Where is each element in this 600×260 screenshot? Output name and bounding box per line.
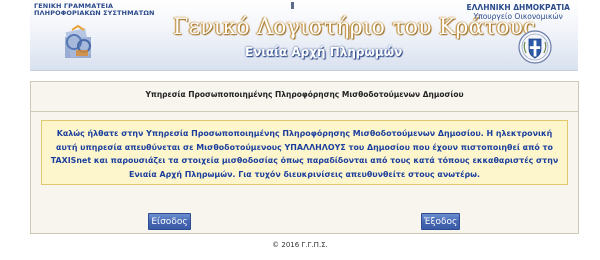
page-subtitle: Ενιαία Αρχή Πληρωμών bbox=[245, 45, 403, 59]
gsis-agency-name: ΓΕΝΙΚΗ ΓΡΑΜΜΑΤΕΙΑ ΠΛΗΡΟΦΟΡΙΑΚΩΝ ΣΥΣΤΗΜΑΤ… bbox=[34, 3, 155, 17]
login-button[interactable]: Είσοδος bbox=[148, 213, 191, 230]
gov-line-1: ΕΛΛΗΝΙΚΗ ΔΗΜΟΚΡΑΤΙΑ bbox=[466, 3, 570, 12]
panel-divider bbox=[31, 111, 578, 112]
logout-button[interactable]: Έξοδος bbox=[421, 213, 460, 230]
gsis-logo-icon bbox=[65, 24, 91, 58]
header-banner: ΓΕΝΙΚΗ ΓΡΑΜΜΑΤΕΙΑ ΠΛΗΡΟΦΟΡΙΑΚΩΝ ΣΥΣΤΗΜΑΤ… bbox=[30, 0, 578, 71]
service-panel: Υπηρεσία Προσωποποιημένης Πληροφόρησης Μ… bbox=[30, 81, 579, 234]
gov-line-2: Υπουργείο Οικονομικών bbox=[473, 12, 563, 21]
hellenic-republic-emblem-icon bbox=[518, 30, 552, 64]
agency-line-2: ΠΛΗΡΟΦΟΡΙΑΚΩΝ ΣΥΣΤΗΜΑΤΩΝ bbox=[34, 9, 155, 17]
welcome-notice: Καλώς ήλθατε στην Υπηρεσία Προσωποποιημέ… bbox=[41, 120, 568, 185]
government-name: ΕΛΛΗΝΙΚΗ ΔΗΜΟΚΡΑΤΙΑ Υπουργείο Οικονομικώ… bbox=[466, 3, 570, 21]
header-accent-line bbox=[291, 2, 294, 9]
panel-title: Υπηρεσία Προσωποποιημένης Πληροφόρησης Μ… bbox=[145, 90, 464, 99]
footer-copyright: © 2016 Γ.Γ.Π.Σ. bbox=[272, 241, 328, 249]
